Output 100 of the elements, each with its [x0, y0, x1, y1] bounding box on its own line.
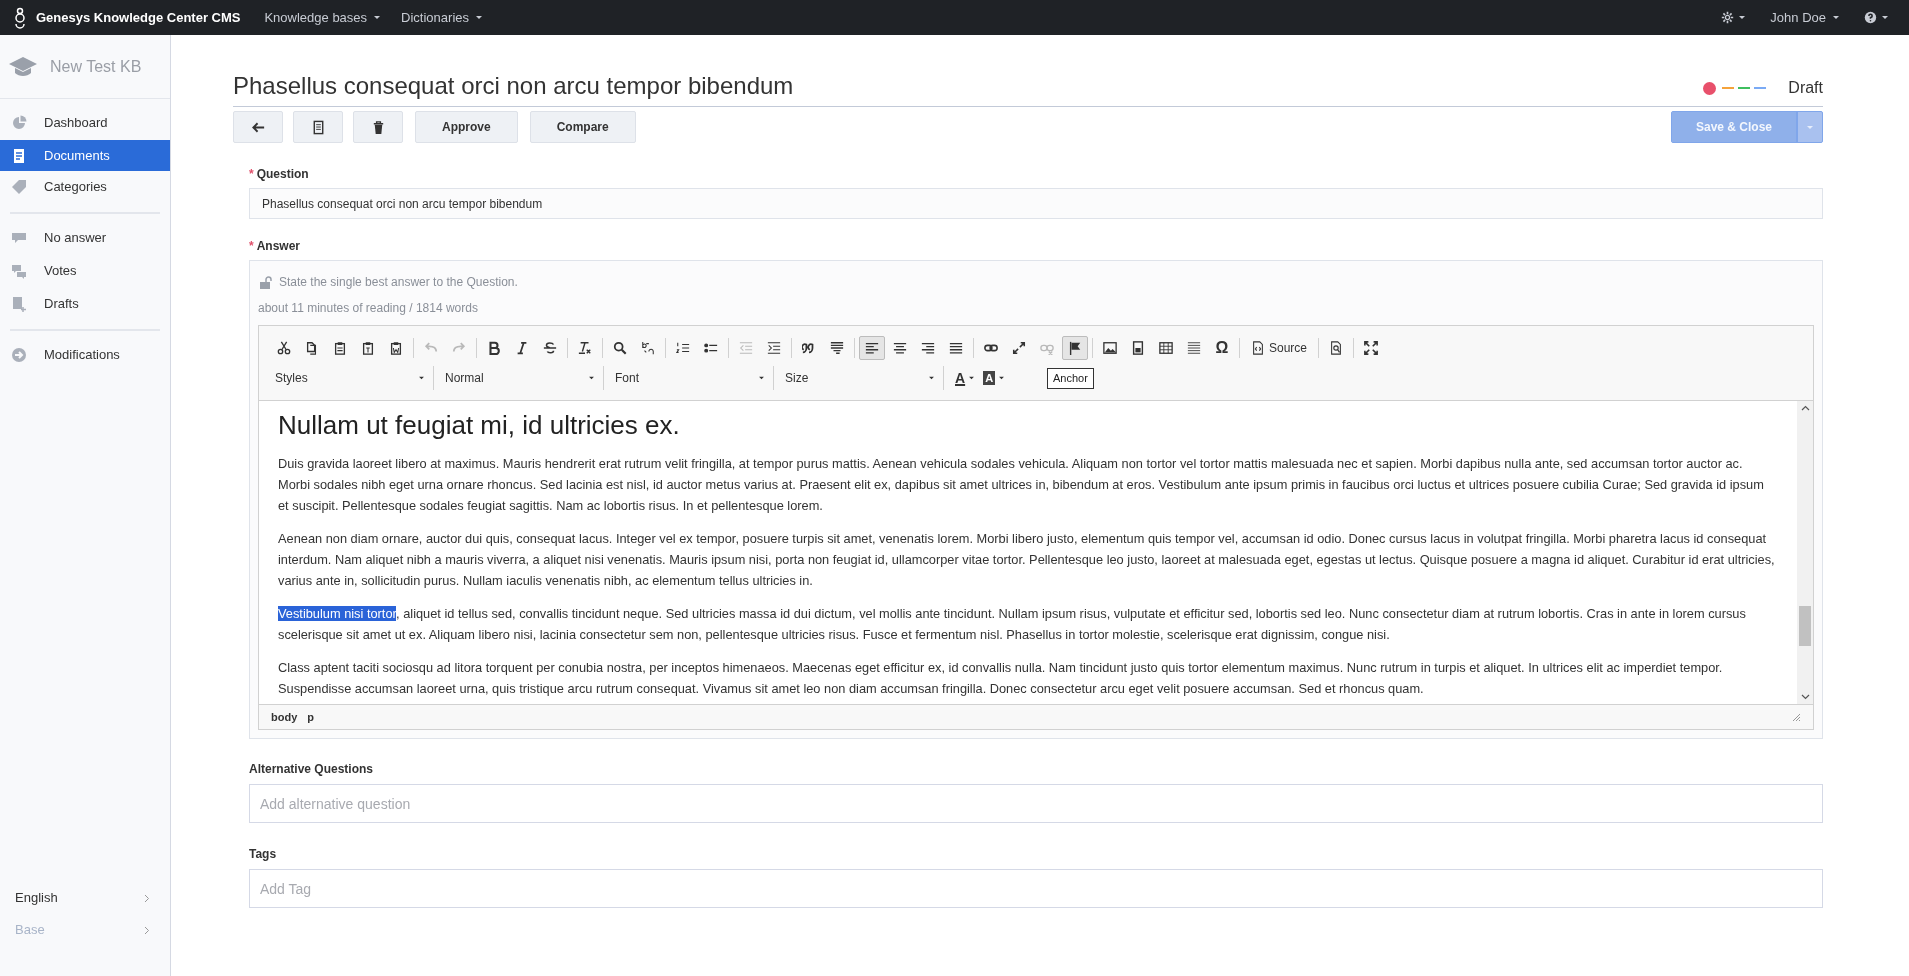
scrollbar-thumb	[1799, 606, 1811, 646]
sidebar-item[interactable]: No answer	[0, 222, 170, 253]
field-label: Answer	[256, 238, 301, 255]
graduation-cap-icon	[8, 55, 38, 78]
undo-arrow-icon	[424, 341, 438, 355]
copy-icon	[305, 341, 319, 355]
scissors-icon	[277, 341, 291, 355]
page-icon	[1131, 341, 1145, 355]
tooltip: Anchor	[1047, 368, 1094, 389]
draft-document-icon	[11, 295, 27, 312]
sidebar-item[interactable]: Drafts	[0, 288, 170, 319]
pie-chart-icon	[11, 114, 27, 131]
remove-format-icon	[578, 341, 592, 355]
anchor-button[interactable]	[1062, 336, 1088, 360]
chevron-right-icon	[144, 925, 150, 935]
field-label: Alternative Questions	[249, 761, 375, 778]
image-icon	[1103, 341, 1117, 355]
chevron-right-icon	[144, 893, 150, 903]
expand-corners-icon	[1364, 341, 1379, 355]
delete-button[interactable]	[353, 111, 403, 143]
tag-field[interactable]: Add Tag	[249, 869, 1823, 908]
document-icon	[11, 147, 27, 164]
content-paragraph: Duis gravida laoreet libero at maximus. Mauris hendrerit erat rutrum velit fringilla, at tempor purus mattis. Aenean vehicula sodales vehicula. Aliquam non tortor vel tortor mattis malesuada nec et sapien. Morbi dapibus nulla ante, sed accumsan tortor auctor ac. Morbi sodales nibh eget urna ornare rhoncus. Sed lacinia est nisl, id auctor metus varius at. Praesent elit ex, dapibus sit amet ultrices in, bibendum at eros. Vestibulum ante ipsum primis in faucibus orci luctus et ultrices posuere cubilia Curae; Sed gravida id ipsum et suscipit. Pellentesque sodales feugiat sagittis. Nam ac lobortis risus. In et pellentesque lorem.	[278, 455, 1765, 515]
bulleted-list-icon	[704, 341, 718, 355]
caret-icon	[373, 15, 382, 20]
app-title: Genesys Knowledge Center CMS	[36, 8, 241, 27]
magnifier-icon	[613, 341, 627, 355]
content-paragraph: Vestibulum nisi tortor, aliquet id tellus sed, convallis tincidunt neque. Sed ultricies massa id dui dictum, vel mollis ante tincidunt. Nullam ipsum risus, vulputate et efficitur sed, lobortis sed leo. Nunc consectetur diam at rutrum lobortis. Cras in ante in lorem cursus scelerisque sit amet ut ex. Aliquam libero nisi, lacinia consectetur sem non, pellentesque ultricies risus. Fusce et fermentum nisl. Phasellus in tortor molestie, scelerisque erat dignissim, congue nisi.	[278, 605, 1747, 644]
settings-menu[interactable]	[1721, 11, 1747, 24]
justify-icon	[949, 341, 963, 355]
nav-menu[interactable]: Dictionaries	[401, 7, 483, 28]
caret-icon	[998, 376, 1006, 380]
required-mark: *	[249, 166, 254, 183]
chevron-up-icon	[1800, 405, 1810, 411]
format-dropdown[interactable]: Normal	[441, 366, 604, 390]
settings-icon	[1721, 11, 1735, 24]
content-paragraph: Aenean non diam ornare, auctor dui quis, consequat lacus. Integer vel ex tempor, posuere turpis sit amet, venenatis lorem. Morbi libero justo, elementum quis tempor vel, accumsan id odio. Donec cursus lacus in volutpat fringilla. Morbi pharetra lacus id consequat interdum. Nam aliquet nibh a mauris viverra, a aliquet nisi venenatis. Mauris ipsum nisi, porta non feugiat id, ullamcorper vitae tortor. Pellentesque leo justo, laoreet at malesuada eget, egestas ut lectus. Quisque posuere a magna id aliquet. Curabitur id erat ultricies, varius ante in, sollicitudin purus. Nullam iaculis venenatis nibh, ac elementum tellus ultricies in.	[278, 530, 1776, 590]
element-path-link[interactable]: p	[307, 708, 314, 726]
help-menu[interactable]	[1864, 11, 1889, 24]
language-item[interactable]: English	[0, 882, 170, 914]
arrow-circle-icon	[11, 346, 27, 363]
special-character-button[interactable]: Ω	[1209, 336, 1235, 360]
quotation-marks-icon	[802, 341, 816, 355]
alternative-question-field[interactable]: Add alternative question	[249, 784, 1823, 823]
clipboard-text-icon	[361, 341, 375, 355]
diagonal-arrows-icon	[1012, 341, 1026, 355]
source-button[interactable]: Source	[1244, 336, 1315, 360]
sidebar-item[interactable]: Modifications	[0, 339, 170, 370]
chat-bubbles-icon	[11, 262, 27, 279]
action-button[interactable]: Compare	[529, 111, 636, 143]
field-label: Question	[256, 166, 309, 183]
caret-icon	[758, 376, 765, 380]
caret-icon	[968, 376, 976, 380]
resize-grip-icon	[1792, 712, 1801, 722]
selected-text: Vestibulum nisi tortor	[278, 606, 397, 621]
caret-icon	[1881, 15, 1889, 20]
numbered-list-icon	[676, 341, 690, 355]
content-paragraph: Class aptent taciti sociosqu ad litora torquent per conubia nostra, per inceptos himenaeos. Maecenas eget efficitur ex, id convallis nulla. Nam tincidunt justo quis tortor elementum maximus. Nunc rutrum in turpis et aliquet. In ultrices elit ac imperdiet tempor. Suspendisse accumsan laoreet urna, quis tristique arcu rutrum consequat. Vivamus sit amet leo non diam accumsan fringilla. Donec consectetur arcu eget velit posuere accumsan. Sed et rhoncus quam.	[278, 659, 1724, 698]
document-title: Phasellus consequat orci non arcu tempor bibendum	[233, 71, 794, 101]
sidebar-item[interactable]: Dashboard	[0, 107, 170, 138]
clipboard-icon	[333, 341, 347, 355]
action-button[interactable]: Approve	[415, 111, 518, 143]
indent-icon	[767, 341, 781, 355]
status-label: Draft	[1788, 78, 1823, 98]
format-dropdown[interactable]: Size	[781, 366, 944, 390]
question-field[interactable]: Phasellus consequat orci non arcu tempor bibendum	[249, 188, 1823, 219]
strikethrough-icon	[543, 341, 557, 355]
back-button[interactable]	[233, 111, 283, 143]
content-heading: Nullam ut feugiat mi, id ultricies ex.	[278, 409, 681, 441]
logo-icon	[12, 6, 28, 29]
replace-icon	[641, 341, 655, 355]
sidebar-item[interactable]: Categories	[0, 171, 170, 202]
align-right-icon	[921, 341, 935, 355]
clipboard-word-icon	[389, 341, 403, 355]
horizontal-rule-icon	[1187, 341, 1201, 355]
document-button[interactable]	[293, 111, 343, 143]
sidebar-item[interactable]: Votes	[0, 255, 170, 286]
text-color-button[interactable]: A	[951, 366, 980, 390]
kb-name: New Test KB	[50, 56, 142, 77]
field-label: Tags	[249, 846, 278, 863]
sidebar-item[interactable]: Documents	[0, 140, 170, 171]
caret-icon	[1738, 15, 1747, 20]
format-dropdown[interactable]: Font	[611, 366, 774, 390]
format-dropdown[interactable]: Styles	[271, 366, 434, 390]
caret-icon	[418, 376, 425, 380]
align-left-icon	[865, 341, 879, 355]
text-block-icon	[830, 341, 844, 355]
caret-icon	[928, 376, 935, 380]
nav-menu[interactable]: Knowledge bases	[264, 7, 382, 28]
required-mark: *	[249, 238, 254, 255]
user-menu[interactable]: John Doe	[1770, 7, 1840, 28]
page-magnifier-icon	[1329, 341, 1344, 355]
caret-icon	[1806, 124, 1814, 130]
background-color-button[interactable]: A	[979, 366, 1010, 390]
tag-icon	[11, 178, 27, 195]
align-center-icon	[893, 341, 907, 355]
element-path-link[interactable]: body	[271, 708, 298, 726]
align-left-button[interactable]	[859, 336, 885, 360]
italic-icon	[515, 341, 529, 355]
answer-hint: State the single best answer to the Question.	[279, 274, 518, 291]
